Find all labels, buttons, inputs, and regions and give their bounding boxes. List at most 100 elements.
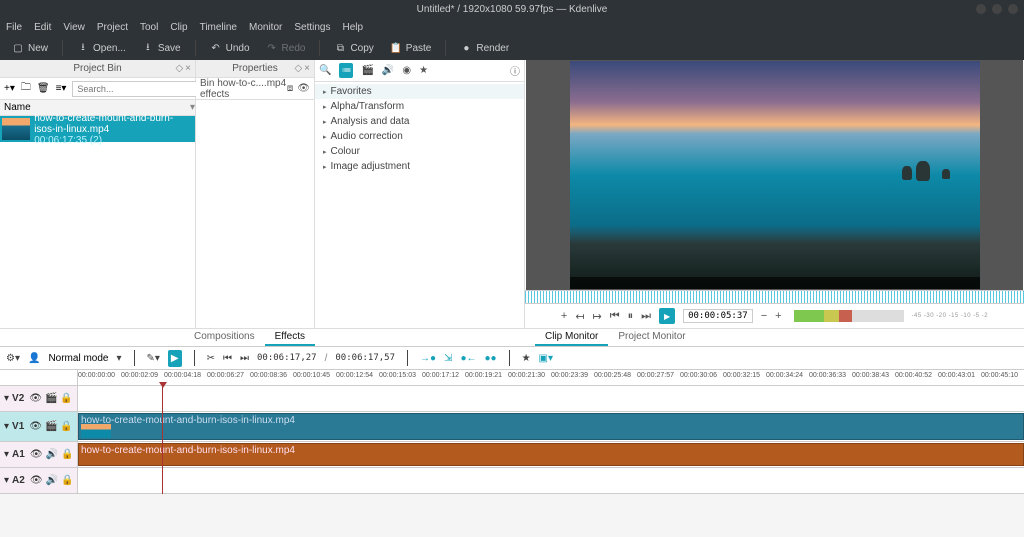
timecode[interactable]: 00:00:05:37 [683,309,753,323]
mute-icon[interactable]: 👁 [30,449,43,460]
visible-icon[interactable]: 👁 [297,83,310,94]
effect-category[interactable]: Image adjustment [315,159,524,174]
search-icon[interactable]: 🔍 [319,65,331,76]
copy-button[interactable]: ⧉Copy [328,40,379,56]
undock-icon[interactable]: ◇ [175,63,183,74]
tab-clip-monitor[interactable]: Clip Monitor [535,329,608,346]
track-icon[interactable]: 👤 [28,353,40,364]
skip-back-icon[interactable]: ⏮ [223,353,232,364]
compositing-icon[interactable]: ✎▾ [147,353,160,364]
settings-icon[interactable]: ⚙▾ [6,353,20,364]
zone-start-icon[interactable]: ↤ [575,310,584,323]
timeline-tc2: 00:06:17,57 [335,353,395,363]
info-icon[interactable]: ⓘ [510,63,520,78]
audio-icon[interactable]: 🔊 [46,449,58,460]
audio-icon[interactable]: 🔊 [46,475,58,486]
play-button[interactable]: ▶ [659,308,675,324]
bin-search-input[interactable] [72,81,199,97]
video-icon[interactable]: 🎬 [45,421,57,432]
menu-clip[interactable]: Clip [170,22,187,33]
menu-project[interactable]: Project [97,22,128,33]
effect-category[interactable]: Favorites [315,84,524,99]
favorites-icon[interactable]: ★ [419,65,428,76]
lock-icon[interactable]: 🔒 [61,449,73,460]
collapse-icon[interactable]: ▾ [4,393,9,404]
mute-icon[interactable]: 👁 [30,475,43,486]
collapse-icon[interactable]: ▾ [4,449,9,460]
menu-file[interactable]: File [6,22,22,33]
preview-icon[interactable]: ▣▾ [539,353,553,364]
menu-tool[interactable]: Tool [140,22,158,33]
ruler-tick: 00:00:17:12 [422,372,459,379]
audio-effects-icon[interactable]: 🔊 [382,65,394,76]
menu-monitor[interactable]: Monitor [249,22,282,33]
tab-project-monitor[interactable]: Project Monitor [608,329,695,346]
effect-category[interactable]: Audio correction [315,129,524,144]
cursor-tool[interactable]: ▶ [168,350,182,367]
save-button[interactable]: ⭳Save [136,40,187,56]
video-effects-icon[interactable]: 🎬 [361,65,373,76]
list-icon[interactable]: ≡▾ [56,83,67,94]
collapse-icon[interactable]: ▾ [4,421,9,432]
tab-effects[interactable]: Effects [265,329,315,346]
undo-button[interactable]: ↶Undo [204,40,256,56]
mute-icon[interactable]: 👁 [29,421,42,432]
redo-button[interactable]: ↷Redo [260,40,312,56]
bin-clip-item[interactable]: how-to-create-mount-and-burn-isos-in-lin… [0,116,195,142]
add-marker-icon[interactable]: + [561,310,567,322]
close-panel-icon[interactable]: × [185,63,191,74]
timeline-audio-clip[interactable]: how-to-create-mount-and-burn-isos-in-lin… [78,443,1024,466]
folder-icon[interactable]: 🗀 [21,80,31,97]
lift-icon[interactable]: ●● [484,353,496,364]
extract-icon[interactable]: ●← [460,353,476,364]
lock-icon[interactable]: 🔒 [60,421,72,432]
tree-view-icon[interactable]: ≔ [339,63,353,78]
playhead[interactable] [162,386,163,494]
menu-timeline[interactable]: Timeline [200,22,237,33]
paste-button[interactable]: 📋Paste [384,40,438,56]
menu-edit[interactable]: Edit [34,22,51,33]
effect-category[interactable]: Alpha/Transform [315,99,524,114]
minus-icon[interactable]: − [761,310,767,322]
skip-fwd-icon[interactable]: ⏭ [240,353,249,364]
video-preview[interactable] [570,61,980,289]
column-name[interactable]: Name [4,102,31,113]
mute-icon[interactable]: 👁 [29,393,42,404]
chevron-down-icon[interactable]: ▾ [116,353,121,364]
collapse-icon[interactable]: ▾ [4,475,9,486]
close-panel-icon[interactable]: × [304,63,310,74]
monitor-ruler[interactable] [525,290,1024,304]
video-icon[interactable]: 🎬 [45,393,57,404]
menu-help[interactable]: Help [343,22,364,33]
lock-icon[interactable]: 🔒 [60,393,72,404]
overwrite-icon[interactable]: ⇲ [444,353,452,364]
split-icon[interactable]: ⧈ [287,83,293,94]
cut-icon[interactable]: ✂ [207,353,215,364]
timeline-video-clip[interactable]: how-to-create-mount-and-burn-isos-in-lin… [78,413,1024,440]
delete-icon[interactable]: 🗑 [37,83,50,94]
menu-settings[interactable]: Settings [294,22,330,33]
effect-category[interactable]: Colour [315,144,524,159]
favorite-icon[interactable]: ★ [522,353,531,364]
timeline-ruler[interactable]: 00:00:00:0000:00:02:0900:00:04:1800:00:0… [0,370,1024,386]
minimize-icon[interactable] [976,4,986,14]
rewind-icon[interactable]: ⏮ [610,310,620,323]
maximize-icon[interactable] [992,4,1002,14]
effect-category[interactable]: Analysis and data [315,114,524,129]
insert-icon[interactable]: →● [420,353,436,364]
custom-icon[interactable]: ◉ [402,65,411,76]
zone-end-icon[interactable]: ↦ [593,310,602,323]
edit-mode-select[interactable]: Normal mode [48,353,108,364]
forward-icon[interactable]: ⏭ [641,310,651,323]
plus-icon[interactable]: + [775,310,781,322]
close-icon[interactable] [1008,4,1018,14]
lock-icon[interactable]: 🔒 [61,475,73,486]
render-button[interactable]: ●Render [454,40,515,56]
undock-icon[interactable]: ◇ [294,63,302,74]
pause-icon[interactable]: ⏸ [628,310,634,323]
open-button[interactable]: ⭳Open... [71,40,132,56]
menu-view[interactable]: View [63,22,85,33]
new-button[interactable]: ▢New [6,40,54,56]
add-clip-icon[interactable]: +▾ [4,83,15,94]
tab-compositions[interactable]: Compositions [184,329,265,346]
